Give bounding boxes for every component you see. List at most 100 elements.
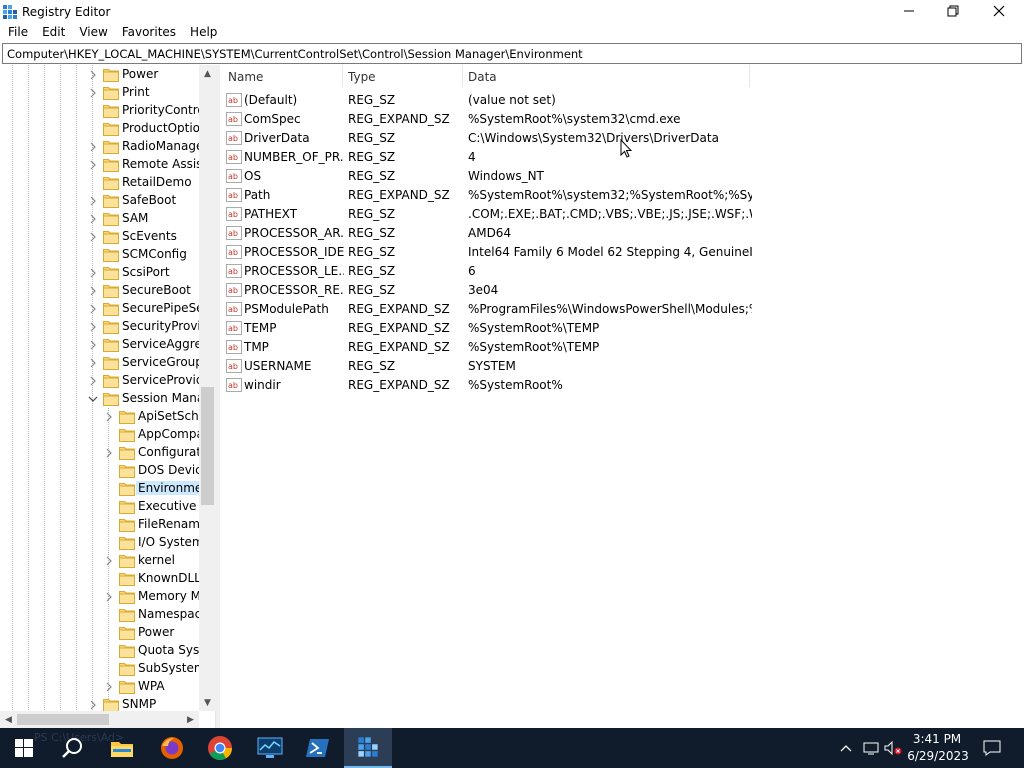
tree-node[interactable]: PriorityControl <box>0 102 199 120</box>
menu-help[interactable]: Help <box>182 23 223 43</box>
tree-node[interactable]: DOS Devices <box>0 462 199 480</box>
chevron-right-icon[interactable] <box>88 142 98 152</box>
tree-node[interactable]: SAM <box>0 210 199 228</box>
tree-expander[interactable] <box>88 394 98 404</box>
tree-expander[interactable] <box>88 322 98 332</box>
column-divider[interactable] <box>342 65 343 87</box>
chevron-right-icon[interactable] <box>88 304 98 314</box>
chevron-right-icon[interactable] <box>88 286 98 296</box>
tree-horizontal-scrollbar[interactable]: ◀ ▶ <box>0 711 199 728</box>
tree-expander[interactable] <box>88 196 98 206</box>
tree-node[interactable]: AppCompatCache <box>0 426 199 444</box>
tree-node[interactable]: SubSystems <box>0 660 199 678</box>
tree-node[interactable]: Remote Assistance <box>0 156 199 174</box>
column-divider[interactable] <box>462 65 463 87</box>
chevron-right-icon[interactable] <box>88 214 98 224</box>
tree-node[interactable]: Configuration Manager <box>0 444 199 462</box>
list-row[interactable]: ab PROCESSOR_AR... REG_SZ AMD64 <box>222 224 752 243</box>
tree-node[interactable]: SecureBoot <box>0 282 199 300</box>
tree-expander[interactable] <box>88 358 98 368</box>
list-row[interactable]: ab TMP REG_EXPAND_SZ %SystemRoot%\TEMP <box>222 338 752 357</box>
list-row[interactable]: ab PROCESSOR_IDE... REG_SZ Intel64 Family 6… <box>222 243 752 262</box>
key-tree[interactable]: Power Print PriorityControl ProductOptions R… <box>0 65 216 728</box>
tree-expander[interactable] <box>88 232 98 242</box>
list-row[interactable]: ab PSModulePath REG_EXPAND_SZ %ProgramFiles… <box>222 300 752 319</box>
list-row[interactable]: ab ComSpec REG_EXPAND_SZ %SystemRoot%\syste… <box>222 110 752 129</box>
list-row[interactable]: ab (Default) REG_SZ (value not set) <box>222 91 752 110</box>
chevron-right-icon[interactable] <box>88 268 98 278</box>
tree-node[interactable]: FileRenameOperations <box>0 516 199 534</box>
tree-node[interactable]: ServiceAggregatedEvents <box>0 336 199 354</box>
tree-expander[interactable] <box>104 592 114 602</box>
list-row[interactable]: ab PROCESSOR_LE... REG_SZ 6 <box>222 262 752 281</box>
tree-node[interactable]: Environment <box>0 480 199 498</box>
tray-network[interactable] <box>860 728 882 768</box>
tree-node[interactable]: WPA <box>0 678 199 696</box>
tree-node[interactable]: KnownDLLs <box>0 570 199 588</box>
tree-node[interactable]: ApiSetSchemaExtensions <box>0 408 199 426</box>
tree-expander[interactable] <box>88 88 98 98</box>
taskbar-chrome[interactable] <box>196 728 244 768</box>
clock-time[interactable]: 3:41 PM <box>912 732 962 746</box>
column-type[interactable]: Type <box>348 70 376 84</box>
list-row[interactable]: ab NUMBER_OF_PR... REG_SZ 4 <box>222 148 752 167</box>
column-divider[interactable] <box>749 65 750 87</box>
tree-node[interactable]: SafeBoot <box>0 192 199 210</box>
tree-node[interactable]: Print <box>0 84 199 102</box>
tree-node[interactable]: RadioManagement <box>0 138 199 156</box>
taskbar-file-explorer[interactable] <box>98 728 146 768</box>
clock-date[interactable]: 6/29/2023 <box>906 749 970 763</box>
column-data[interactable]: Data <box>468 70 497 84</box>
tree-node[interactable]: Namespace Separation <box>0 606 199 624</box>
tree-expander[interactable] <box>104 448 114 458</box>
tree-node[interactable]: Executive <box>0 498 199 516</box>
chevron-right-icon[interactable] <box>88 700 98 710</box>
tree-expander[interactable] <box>88 700 98 710</box>
tree-node[interactable]: ScsiPort <box>0 264 199 282</box>
scroll-up-icon[interactable]: ▲ <box>199 65 216 82</box>
chevron-right-icon[interactable] <box>104 592 114 602</box>
tree-expander[interactable] <box>88 70 98 80</box>
chevron-right-icon[interactable] <box>88 376 98 386</box>
menu-view[interactable]: View <box>71 23 113 43</box>
tree-node[interactable]: kernel <box>0 552 199 570</box>
tree-node[interactable]: SecurityProviders <box>0 318 199 336</box>
tree-expander[interactable] <box>88 340 98 350</box>
taskbar-firefox[interactable] <box>148 728 196 768</box>
chevron-down-icon[interactable] <box>88 394 98 404</box>
tree-node[interactable]: SecurePipeServers <box>0 300 199 318</box>
tree-expander[interactable] <box>88 376 98 386</box>
tree-node[interactable]: RetailDemo <box>0 174 199 192</box>
action-center-button[interactable] <box>972 728 1012 768</box>
tray-overflow[interactable] <box>834 728 858 768</box>
chevron-right-icon[interactable] <box>104 448 114 458</box>
tree-node[interactable]: Power <box>0 66 199 84</box>
scroll-down-icon[interactable]: ▼ <box>199 694 216 711</box>
chevron-right-icon[interactable] <box>104 412 114 422</box>
tree-node[interactable]: SCMConfig <box>0 246 199 264</box>
tree-expander[interactable] <box>104 556 114 566</box>
tree-expander[interactable] <box>88 142 98 152</box>
list-row[interactable]: ab DriverData REG_SZ C:\Windows\System32\Dr… <box>222 129 752 148</box>
chevron-right-icon[interactable] <box>88 88 98 98</box>
chevron-right-icon[interactable] <box>88 70 98 80</box>
chevron-right-icon[interactable] <box>88 196 98 206</box>
tree-node[interactable]: ProductOptions <box>0 120 199 138</box>
tree-expander[interactable] <box>88 286 98 296</box>
menu-edit[interactable]: Edit <box>34 23 71 43</box>
scroll-right-icon[interactable]: ▶ <box>182 711 199 728</box>
chevron-right-icon[interactable] <box>88 160 98 170</box>
scroll-left-icon[interactable]: ◀ <box>0 711 17 728</box>
list-row[interactable]: ab TEMP REG_EXPAND_SZ %SystemRoot%\TEMP <box>222 319 752 338</box>
title-bar[interactable]: Registry Editor <box>0 0 1024 22</box>
tree-node[interactable]: Power <box>0 624 199 642</box>
chevron-right-icon[interactable] <box>88 232 98 242</box>
tree-node[interactable]: Quota System <box>0 642 199 660</box>
tree-expander[interactable] <box>104 682 114 692</box>
tree-node[interactable]: Session Manager <box>0 390 199 408</box>
scroll-thumb[interactable] <box>201 387 214 505</box>
scroll-thumb[interactable] <box>17 714 109 725</box>
list-row[interactable]: ab Path REG_EXPAND_SZ %SystemRoot%\system32… <box>222 186 752 205</box>
tree-expander[interactable] <box>88 304 98 314</box>
close-button[interactable] <box>976 0 1022 22</box>
